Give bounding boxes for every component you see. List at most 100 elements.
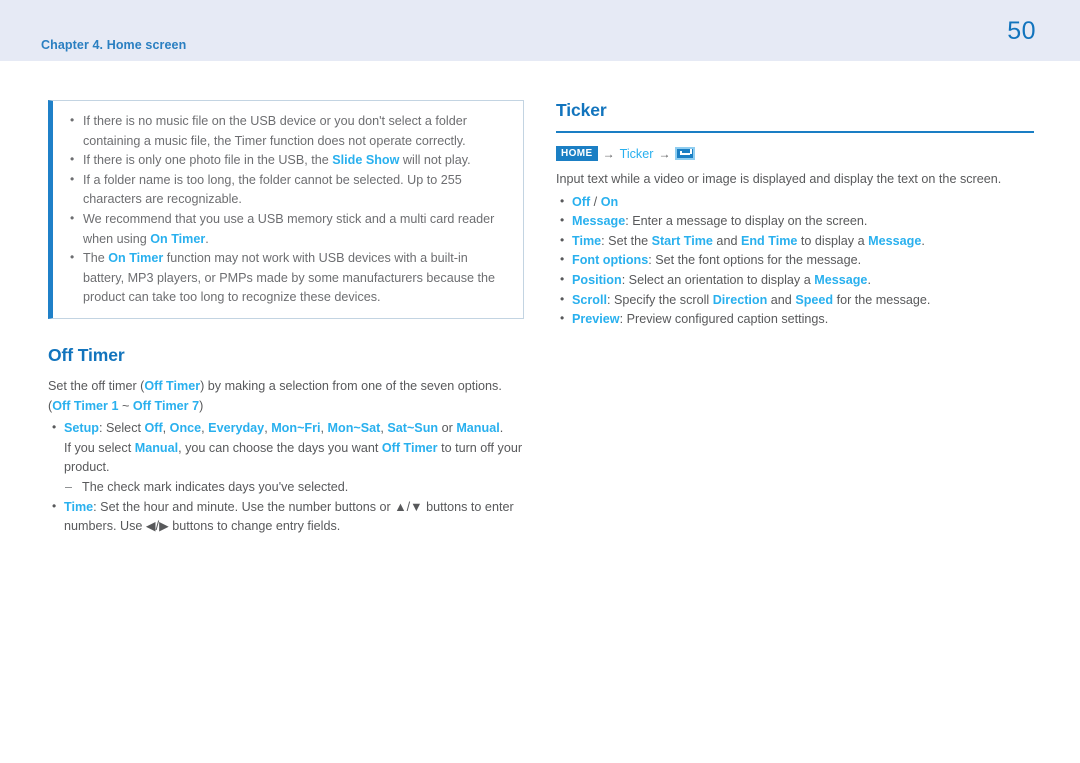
- accent-term[interactable]: On Timer: [150, 232, 205, 246]
- text-run: If you select: [64, 440, 135, 455]
- accent-term[interactable]: On: [601, 195, 619, 209]
- ticker-heading-rule: [556, 131, 1034, 133]
- note-item: If there is only one photo file in the U…: [67, 150, 509, 171]
- accent-term[interactable]: Message: [868, 234, 921, 248]
- note-item: If a folder name is too long, the folder…: [67, 170, 509, 210]
- accent-term[interactable]: Off: [144, 421, 162, 435]
- ticker-intro: Input text while a video or image is dis…: [556, 172, 1002, 186]
- text-run: .: [205, 231, 209, 246]
- note-box: If there is no music file on the USB dev…: [48, 100, 524, 319]
- off-timer-intro: Set the off timer (Off Timer) by making …: [48, 377, 524, 416]
- accent-term[interactable]: Message: [814, 273, 867, 287]
- text-run: : Set the hour and minute. Use the numbe…: [64, 499, 514, 534]
- note-list: If there is no music file on the USB dev…: [67, 111, 509, 308]
- accent-term[interactable]: Off Timer 7: [133, 399, 199, 413]
- note-item: If there is no music file on the USB dev…: [67, 111, 509, 151]
- text-run: , you can choose the days you want: [178, 440, 382, 455]
- off-timer-bullets: Setup: Select Off, Once, Everyday, Mon~F…: [48, 418, 524, 537]
- bullet-item: Position: Select an orientation to displ…: [556, 270, 1034, 291]
- bullet-item: Preview: Preview configured caption sett…: [556, 309, 1034, 330]
- text-run: If there is only one photo file in the U…: [83, 153, 333, 168]
- breadcrumb-arrow-1: →: [602, 146, 615, 161]
- accent-term[interactable]: Sat~Sun: [387, 421, 438, 435]
- bullet-text: Setup: Select Off, Once, Everyday, Mon~F…: [64, 421, 503, 435]
- accent-term[interactable]: Off Timer 1: [52, 399, 118, 413]
- ticker-bullets: Off / OnMessage: Enter a message to disp…: [556, 192, 1034, 330]
- accent-term[interactable]: Setup: [64, 421, 99, 435]
- enter-key-icon: [675, 147, 696, 160]
- breadcrumb: HOME → Ticker →: [556, 146, 1034, 161]
- accent-term[interactable]: Time: [572, 234, 601, 248]
- text-run: .: [499, 421, 504, 436]
- text-run: : Preview configured caption settings.: [619, 312, 829, 327]
- accent-term[interactable]: Off: [572, 195, 590, 209]
- accent-term[interactable]: Font options: [572, 253, 648, 267]
- text-run: .: [867, 272, 871, 287]
- text-run: ~: [118, 398, 133, 413]
- text-run: ): [199, 398, 204, 413]
- right-column: Ticker HOME → Ticker → Input text while …: [556, 100, 1034, 330]
- text-run: The check mark indicates days you've sel…: [82, 479, 349, 494]
- text-run: and: [712, 233, 741, 248]
- text-run: : Select an orientation to display a: [621, 272, 815, 287]
- accent-term[interactable]: Start Time: [652, 234, 713, 248]
- left-column: If there is no music file on the USB dev…: [48, 100, 524, 537]
- text-run: : Enter a message to display on the scre…: [625, 214, 868, 229]
- accent-term[interactable]: Manual: [456, 421, 499, 435]
- accent-term[interactable]: Direction: [713, 293, 768, 307]
- text-run: .: [921, 233, 925, 248]
- text-run: : Select: [98, 421, 145, 436]
- text-run: will not play.: [399, 153, 471, 168]
- sub-bullet-item: The check mark indicates days you've sel…: [64, 478, 524, 498]
- text-run: ,: [320, 421, 328, 436]
- chapter-label: Chapter 4. Home screen: [41, 38, 187, 52]
- bullet-continuation: If you select Manual, you can choose the…: [64, 439, 524, 478]
- text-run: /: [590, 194, 601, 209]
- accent-term[interactable]: On Timer: [108, 251, 163, 265]
- text-run: ,: [162, 421, 170, 436]
- accent-term[interactable]: Speed: [795, 293, 833, 307]
- accent-term[interactable]: Slide Show: [332, 153, 399, 167]
- text-run: The: [83, 251, 109, 266]
- text-run: : Set the font options for the message.: [648, 253, 862, 268]
- note-item: The On Timer function may not work with …: [67, 248, 509, 308]
- accent-term[interactable]: Preview: [572, 312, 620, 326]
- text-run: and: [767, 292, 796, 307]
- accent-term[interactable]: Off Timer: [382, 441, 438, 455]
- accent-term[interactable]: Manual: [135, 441, 178, 455]
- text-run: If a folder name is too long, the folder…: [83, 172, 462, 207]
- page-number: 50: [1007, 17, 1036, 45]
- accent-term[interactable]: Once: [170, 421, 202, 435]
- text-run: If there is no music file on the USB dev…: [83, 114, 467, 148]
- accent-term[interactable]: Time: [64, 500, 93, 514]
- accent-term[interactable]: Mon~Fri: [271, 421, 320, 435]
- breadcrumb-ticker-link[interactable]: Ticker: [620, 147, 654, 161]
- bullet-item: Time: Set the Start Time and End Time to…: [556, 231, 1034, 252]
- ticker-heading: Ticker: [556, 100, 607, 120]
- text-run: : Specify the scroll: [607, 292, 713, 307]
- breadcrumb-home-badge[interactable]: HOME: [556, 146, 598, 161]
- accent-term[interactable]: Position: [572, 273, 622, 287]
- accent-term[interactable]: Scroll: [572, 293, 607, 307]
- breadcrumb-arrow-2: →: [658, 146, 671, 161]
- text-run: Set the off timer (: [48, 378, 145, 393]
- accent-term[interactable]: Mon~Sat: [328, 421, 381, 435]
- text-run: or: [438, 421, 457, 436]
- bullet-item: Off / On: [556, 192, 1034, 213]
- bullet-item: Font options: Set the font options for t…: [556, 250, 1034, 271]
- bullet-item: Message: Enter a message to display on t…: [556, 211, 1034, 232]
- note-item: We recommend that you use a USB memory s…: [67, 209, 509, 249]
- bullet-item: Setup: Select Off, Once, Everyday, Mon~F…: [48, 418, 524, 498]
- accent-term[interactable]: Everyday: [208, 421, 264, 435]
- text-run: to display a: [797, 233, 869, 248]
- text-run: We recommend that you use a USB memory s…: [83, 211, 495, 246]
- bullet-item: Time: Set the hour and minute. Use the n…: [48, 496, 524, 537]
- bullet-item: Scroll: Specify the scroll Direction and…: [556, 290, 1034, 311]
- sub-bullet-list: The check mark indicates days you've sel…: [64, 478, 524, 498]
- off-timer-heading: Off Timer: [48, 344, 125, 365]
- text-run: : Set the: [601, 233, 652, 248]
- accent-term[interactable]: Message: [572, 214, 625, 228]
- text-run: for the message.: [833, 292, 931, 307]
- accent-term[interactable]: Off Timer: [144, 379, 200, 393]
- accent-term[interactable]: End Time: [741, 234, 797, 248]
